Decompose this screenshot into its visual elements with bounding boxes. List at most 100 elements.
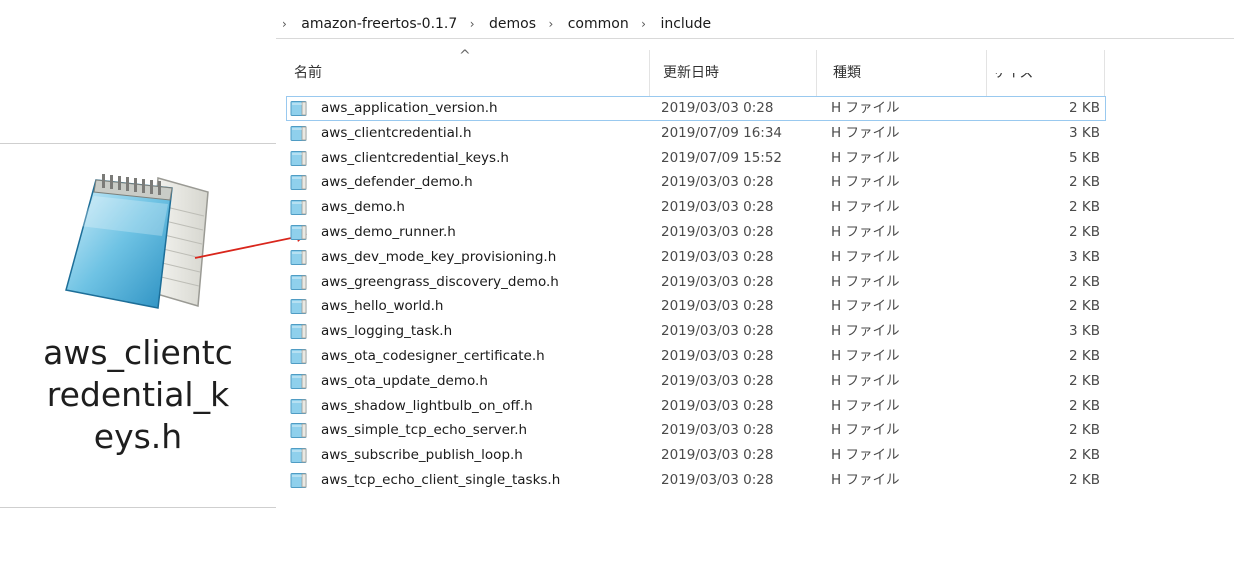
file-name[interactable]: aws_subscribe_publish_loop.h: [321, 443, 523, 468]
file-name[interactable]: aws_shadow_lightbulb_on_off.h: [321, 394, 533, 419]
file-name[interactable]: aws_hello_world.h: [321, 294, 444, 319]
file-name[interactable]: aws_simple_tcp_echo_server.h: [321, 418, 527, 443]
file-name[interactable]: aws_greengrass_discovery_demo.h: [321, 270, 559, 295]
file-row[interactable]: aws_simple_tcp_echo_server.h 2019/03/03 0…: [286, 418, 1106, 443]
file-size: 3 KB: [1069, 124, 1100, 141]
file-name[interactable]: aws_application_version.h: [321, 96, 498, 121]
text-file-icon: [290, 200, 307, 216]
file-row[interactable]: aws_greengrass_discovery_demo.h 2019/03/0…: [286, 270, 1106, 295]
file-name[interactable]: aws_tcp_echo_client_single_tasks.h: [321, 468, 560, 493]
file-name[interactable]: aws_logging_task.h: [321, 319, 452, 344]
column-header-date[interactable]: 更新日時: [663, 62, 719, 82]
file-row[interactable]: aws_ota_update_demo.h 2019/03/03 0:28 H ファ…: [286, 369, 1106, 394]
text-file-icon: [290, 224, 307, 240]
text-file-icon: [290, 175, 307, 191]
zoomed-file-name-line: eys.h: [93, 417, 183, 456]
file-row[interactable]: aws_demo.h 2019/03/03 0:28 H ファイル 2 KB: [286, 195, 1106, 220]
breadcrumb-item[interactable]: demos: [487, 16, 538, 32]
file-type: H ファイル: [831, 422, 900, 439]
file-modified-date: 2019/03/03 0:28: [661, 372, 774, 389]
file-modified-date: 2019/03/03 0:28: [661, 174, 774, 191]
file-list: aws_application_version.h 2019/03/03 0:28…: [286, 96, 1106, 493]
text-file-icon: [290, 398, 307, 414]
breadcrumb-item[interactable]: common: [566, 16, 631, 32]
file-row[interactable]: aws_clientcredential_keys.h 2019/07/09 15…: [286, 146, 1106, 171]
text-file-icon: [290, 348, 307, 364]
file-size: 2 KB: [1069, 298, 1100, 315]
column-divider[interactable]: [986, 50, 987, 96]
file-name[interactable]: aws_demo_runner.h: [321, 220, 456, 245]
file-modified-date: 2019/03/03 0:28: [661, 447, 774, 464]
file-row[interactable]: aws_subscribe_publish_loop.h 2019/03/03 0…: [286, 443, 1106, 468]
file-modified-date: 2019/03/03 0:28: [661, 397, 774, 414]
file-size: 2 KB: [1069, 447, 1100, 464]
breadcrumb-item[interactable]: include: [658, 16, 713, 32]
file-name[interactable]: aws_ota_update_demo.h: [321, 369, 488, 394]
zoomed-file-preview: aws_clientc redential_k eys.h: [0, 143, 276, 508]
breadcrumb-separator: ›: [641, 17, 646, 31]
file-row[interactable]: aws_tcp_echo_client_single_tasks.h 2019/0…: [286, 468, 1106, 493]
file-size: 2 KB: [1069, 471, 1100, 488]
file-modified-date: 2019/03/03 0:28: [661, 323, 774, 340]
column-header-name[interactable]: 名前: [294, 62, 322, 82]
file-size: 5 KB: [1069, 149, 1100, 166]
file-size: 2 KB: [1069, 100, 1100, 116]
file-name[interactable]: aws_dev_mode_key_provisioning.h: [321, 245, 556, 270]
file-type: H ファイル: [831, 149, 900, 166]
file-row[interactable]: aws_shadow_lightbulb_on_off.h 2019/03/03 …: [286, 394, 1106, 419]
file-explorer: › amazon-freertos-0.1.7 › demos › common…: [276, 0, 1234, 564]
file-modified-date: 2019/03/03 0:28: [661, 199, 774, 216]
zoomed-file-name-line: aws_clientc: [43, 333, 233, 372]
file-size: 2 KB: [1069, 223, 1100, 240]
text-file-icon: [290, 448, 307, 464]
column-header-size[interactable]: サイズ: [992, 73, 1034, 82]
file-type: H ファイル: [831, 174, 900, 191]
column-divider[interactable]: [816, 50, 817, 96]
file-row[interactable]: aws_dev_mode_key_provisioning.h 2019/03/0…: [286, 245, 1106, 270]
column-divider[interactable]: [649, 50, 650, 96]
file-size: 2 KB: [1069, 372, 1100, 389]
file-size: 2 KB: [1069, 347, 1100, 364]
file-type: H ファイル: [831, 273, 900, 290]
file-type: H ファイル: [831, 397, 900, 414]
file-type: H ファイル: [831, 347, 900, 364]
zoomed-file-name-line: redential_k: [46, 375, 230, 414]
file-row[interactable]: aws_logging_task.h 2019/03/03 0:28 H ファイル 3…: [286, 319, 1106, 344]
file-row[interactable]: aws_application_version.h 2019/03/03 0:28…: [286, 96, 1106, 121]
file-modified-date: 2019/03/03 0:28: [661, 347, 774, 364]
file-row[interactable]: aws_clientcredential.h 2019/07/09 16:34 H …: [286, 121, 1106, 146]
file-type: H ファイル: [831, 124, 900, 141]
file-name[interactable]: aws_defender_demo.h: [321, 170, 473, 195]
text-file-icon: [290, 423, 307, 439]
column-header-type[interactable]: 種類: [833, 62, 861, 82]
file-modified-date: 2019/03/03 0:28: [661, 298, 774, 315]
file-size: 3 KB: [1069, 323, 1100, 340]
file-name[interactable]: aws_clientcredential.h: [321, 121, 472, 146]
file-row[interactable]: aws_defender_demo.h 2019/03/03 0:28 H ファイル…: [286, 170, 1106, 195]
file-row[interactable]: aws_hello_world.h 2019/03/03 0:28 H ファイル 2 …: [286, 294, 1106, 319]
file-type: H ファイル: [831, 471, 900, 488]
file-modified-date: 2019/07/09 16:34: [661, 124, 783, 141]
column-divider[interactable]: [1104, 50, 1105, 96]
text-file-icon: [290, 101, 307, 116]
file-type: H ファイル: [831, 199, 900, 216]
file-type: H ファイル: [831, 248, 900, 265]
file-type: H ファイル: [831, 100, 900, 116]
breadcrumb-separator: ›: [282, 17, 287, 31]
file-name[interactable]: aws_clientcredential_keys.h: [321, 146, 509, 171]
file-row[interactable]: aws_demo_runner.h 2019/03/03 0:28 H ファイル 2 …: [286, 220, 1106, 245]
file-row[interactable]: aws_ota_codesigner_certificate.h 2019/03/…: [286, 344, 1106, 369]
text-file-icon: [290, 125, 307, 141]
file-type: H ファイル: [831, 372, 900, 389]
file-name[interactable]: aws_ota_codesigner_certificate.h: [321, 344, 545, 369]
text-file-icon: [290, 324, 307, 340]
notepad-file-icon: [65, 174, 209, 309]
file-type: H ファイル: [831, 447, 900, 464]
file-size: 2 KB: [1069, 199, 1100, 216]
file-type: H ファイル: [831, 223, 900, 240]
file-modified-date: 2019/07/09 15:52: [661, 149, 783, 166]
breadcrumb-item[interactable]: amazon-freertos-0.1.7: [299, 16, 459, 32]
file-name[interactable]: aws_demo.h: [321, 195, 405, 220]
sort-ascending-icon: ^: [459, 48, 471, 64]
breadcrumb[interactable]: › amazon-freertos-0.1.7 › demos › common…: [276, 10, 1234, 39]
